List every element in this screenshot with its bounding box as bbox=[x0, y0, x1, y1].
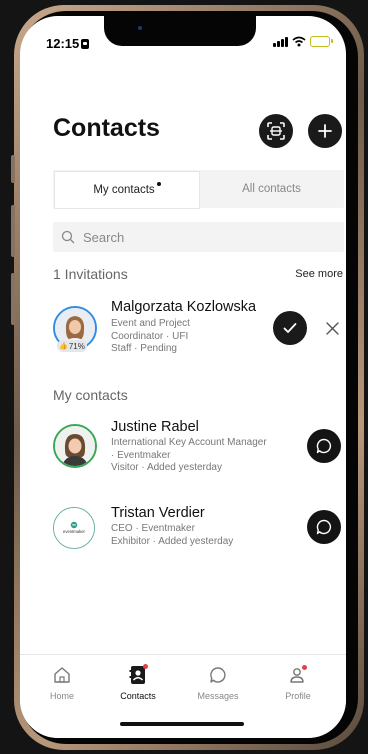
thumbs-up-icon: 👍 bbox=[59, 343, 68, 350]
chat-button[interactable] bbox=[307, 510, 341, 544]
home-icon bbox=[54, 667, 70, 683]
contact-name: Tristan Verdier bbox=[111, 505, 205, 521]
scan-qr-button[interactable] bbox=[259, 114, 293, 148]
add-contact-button[interactable] bbox=[308, 114, 342, 148]
nav-label-messages: Messages bbox=[197, 691, 239, 701]
side-button bbox=[11, 155, 15, 183]
eventmaker-logo: eventmaker bbox=[54, 508, 94, 548]
decline-invitation-button[interactable] bbox=[323, 319, 341, 337]
contacts-tabs: My contacts All contacts bbox=[53, 170, 344, 209]
tab-all-contacts[interactable]: All contacts bbox=[199, 170, 344, 208]
invitations-title: 1 Invitations bbox=[53, 266, 128, 282]
accept-invitation-button[interactable] bbox=[273, 311, 307, 345]
qr-scan-icon bbox=[267, 122, 285, 140]
battery-icon bbox=[310, 36, 333, 47]
chat-bubble-icon bbox=[316, 519, 332, 535]
tab-my-contacts-label: My contacts bbox=[93, 184, 155, 196]
notification-dot bbox=[143, 664, 148, 669]
close-icon bbox=[325, 321, 339, 335]
nav-item-messages[interactable]: Messages bbox=[188, 665, 248, 701]
checkmark-icon bbox=[283, 323, 297, 333]
contact-name: Justine Rabel bbox=[111, 419, 199, 435]
system-icons bbox=[273, 36, 333, 47]
volume-down-button bbox=[11, 273, 15, 325]
avatar bbox=[53, 424, 97, 468]
nav-item-contacts[interactable]: Contacts bbox=[108, 664, 168, 701]
contact-meta: Event and Project Coordinator · UFI Staf… bbox=[111, 318, 190, 354]
status-bar: 12:15 bbox=[20, 16, 346, 60]
nav-label-profile: Profile bbox=[285, 691, 311, 701]
svg-text:eventmaker: eventmaker bbox=[63, 529, 85, 534]
wifi-icon bbox=[292, 36, 306, 47]
see-more-link[interactable]: See more bbox=[295, 268, 343, 280]
signal-icon bbox=[273, 36, 288, 47]
unread-dot bbox=[156, 182, 161, 186]
tab-all-contacts-label: All contacts bbox=[242, 183, 301, 195]
avatar: eventmaker bbox=[53, 507, 95, 549]
match-score-badge: 👍 71% bbox=[57, 340, 87, 352]
contact-meta: International Key Account Manager · Even… bbox=[111, 437, 267, 473]
nav-label-home: Home bbox=[49, 691, 74, 701]
contact-name: Malgorzata Kozlowska bbox=[111, 299, 257, 315]
page-title: Contacts bbox=[53, 114, 160, 142]
id-badge-icon bbox=[81, 39, 90, 49]
nav-item-profile[interactable]: Profile bbox=[268, 665, 328, 701]
chat-button[interactable] bbox=[307, 429, 341, 463]
messages-icon bbox=[210, 667, 226, 683]
nav-label-contacts: Contacts bbox=[120, 691, 156, 701]
app-screen: 12:15 Contacts My contacts All contacts … bbox=[20, 16, 346, 738]
nav-item-home[interactable]: Home bbox=[32, 665, 92, 701]
search-icon bbox=[61, 230, 75, 244]
search-input[interactable]: Search bbox=[53, 222, 344, 252]
person-photo-icon bbox=[55, 426, 95, 466]
home-indicator bbox=[120, 722, 244, 726]
notification-dot bbox=[302, 665, 307, 670]
status-time: 12:15 bbox=[46, 36, 90, 51]
my-contacts-title: My contacts bbox=[53, 387, 128, 403]
volume-up-button bbox=[11, 205, 15, 257]
search-placeholder: Search bbox=[83, 229, 125, 245]
contact-meta: CEO · Eventmaker Exhibitor · Added yeste… bbox=[111, 523, 234, 547]
plus-icon bbox=[318, 124, 332, 138]
chat-bubble-icon bbox=[316, 438, 332, 454]
tab-my-contacts[interactable]: My contacts bbox=[54, 171, 200, 209]
